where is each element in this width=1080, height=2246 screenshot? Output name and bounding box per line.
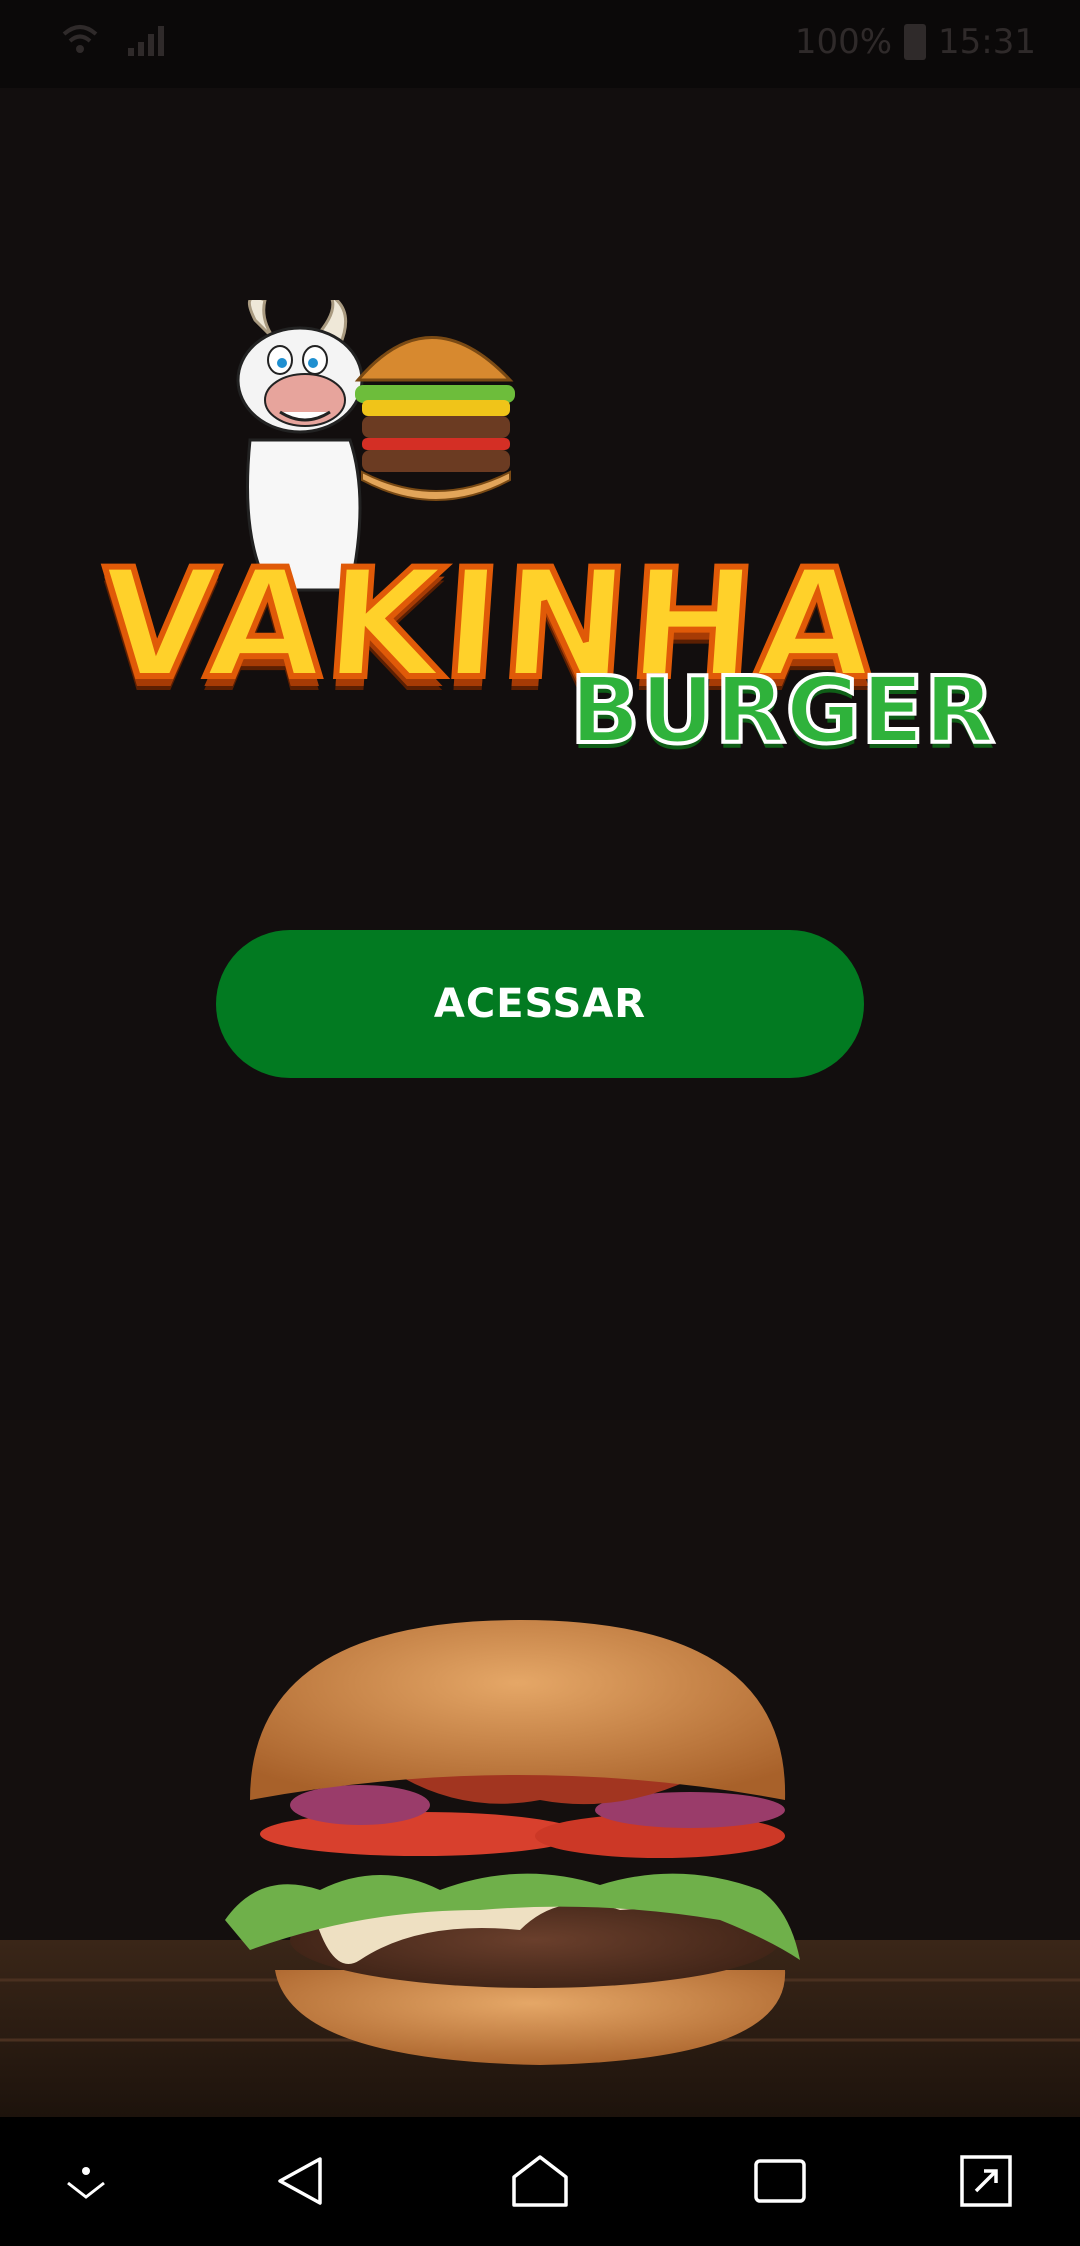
screen-toggle-icon[interactable]	[946, 2141, 1026, 2221]
home-icon[interactable]	[500, 2141, 580, 2221]
back-icon[interactable]	[260, 2141, 340, 2221]
wifi-icon	[60, 20, 100, 69]
logo-text-sub: BURGER	[568, 657, 997, 764]
status-bar: 100% 15:31	[0, 0, 1080, 88]
status-left	[60, 20, 170, 69]
app-screen: 100% 15:31 VAKINHA BURGER ACESSAR	[0, 0, 1080, 2246]
app-logo: VAKINHA BURGER	[91, 300, 997, 760]
hide-nav-icon[interactable]	[46, 2141, 126, 2221]
access-button[interactable]: ACESSAR	[216, 930, 864, 1078]
battery-percent: 100%	[794, 22, 893, 62]
burger-photo	[0, 1420, 1080, 2117]
status-right: 100% 15:31	[795, 22, 1036, 62]
status-time: 15:31	[938, 22, 1036, 62]
signal-icon	[126, 22, 170, 67]
navigation-bar	[0, 2117, 1080, 2246]
recents-icon[interactable]	[740, 2141, 820, 2221]
battery-icon	[904, 24, 927, 60]
